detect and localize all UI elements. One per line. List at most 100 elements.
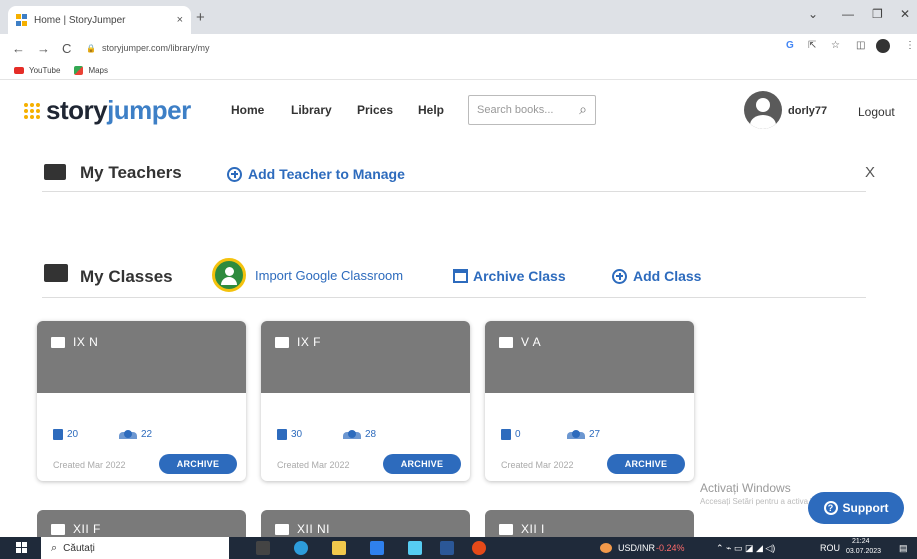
storyjumper-logo[interactable]: story jumper	[24, 95, 191, 126]
class-card[interactable]: IX N 20 22 Created Mar 2022 ARCHIVE	[37, 321, 246, 481]
student-count: 27	[567, 429, 600, 440]
book-count-value: 30	[291, 429, 303, 440]
tab-search-icon[interactable]: ⌄	[808, 7, 818, 21]
close-teachers-button[interactable]: X	[865, 164, 875, 181]
store-icon[interactable]	[370, 541, 384, 555]
search-icon[interactable]: ⌕	[579, 101, 587, 118]
classroom-icon	[44, 264, 68, 282]
browser-tab[interactable]: Home | StoryJumper ×	[8, 6, 191, 34]
google-classroom-icon[interactable]	[212, 258, 246, 292]
window-close-icon[interactable]: ✕	[900, 7, 910, 21]
archive-class-link[interactable]: Archive Class	[453, 268, 566, 284]
nav-prices[interactable]: Prices	[357, 103, 393, 117]
book-count: 30	[277, 429, 302, 440]
reload-icon[interactable]: C	[62, 41, 71, 56]
site-header: story jumper Home Library Prices Help Sea…	[0, 81, 917, 141]
class-card[interactable]: IX F 30 28 Created Mar 2022 ARCHIVE	[261, 321, 470, 481]
add-teacher-link[interactable]: Add Teacher to Manage	[227, 166, 405, 182]
nav-home[interactable]: Home	[231, 103, 264, 117]
classroom-icon	[499, 524, 513, 535]
search-input[interactable]: Search books... ⌕	[468, 95, 596, 125]
language-indicator[interactable]: ROU	[820, 543, 840, 553]
logo-jumper: jumper	[107, 95, 191, 125]
browser-tab-bar: Home | StoryJumper × + ⌄ — ❐ ✕	[0, 0, 917, 34]
bookmark-maps[interactable]: Maps	[74, 66, 108, 75]
book-count-value: 20	[67, 429, 79, 440]
archive-button[interactable]: ARCHIVE	[383, 454, 461, 474]
book-icon	[53, 429, 63, 440]
url-field[interactable]: 🔒 storyjumper.com/library/my	[86, 38, 210, 58]
word-icon[interactable]	[440, 541, 454, 555]
my-teachers-title: My Teachers	[80, 163, 182, 182]
minimize-icon[interactable]: —	[842, 7, 854, 21]
lock-icon: 🔒	[86, 43, 96, 53]
book-icon	[501, 429, 511, 440]
class-card-header: IX F	[261, 321, 470, 393]
nav-library[interactable]: Library	[291, 103, 332, 117]
clock-time[interactable]: 21:24	[852, 538, 870, 545]
task-view-icon[interactable]	[256, 541, 270, 555]
bookmark-star-icon[interactable]: ☆	[831, 40, 840, 51]
clock-date[interactable]: 03.07.2023	[846, 548, 881, 555]
chrome-icon[interactable]	[472, 541, 486, 555]
archive-class-label: Archive Class	[473, 268, 566, 284]
mail-icon[interactable]	[408, 541, 422, 555]
search-placeholder: Search books...	[477, 104, 554, 116]
maps-icon	[74, 66, 84, 75]
class-card-header: IX N	[37, 321, 246, 393]
classroom-icon	[51, 337, 65, 348]
username[interactable]: dorly77	[788, 105, 827, 117]
archive-button[interactable]: ARCHIVE	[159, 454, 237, 474]
book-icon	[277, 429, 287, 440]
book-count-value: 0	[515, 429, 521, 440]
archive-box-icon	[453, 269, 468, 283]
class-card-header: V A	[485, 321, 694, 393]
classroom-icon	[275, 337, 289, 348]
support-button[interactable]: ? Support	[808, 492, 904, 524]
taskbar-search-input[interactable]: ⌕ Căutați	[41, 537, 229, 559]
book-count: 0	[501, 429, 521, 440]
import-google-classroom-link[interactable]: Import Google Classroom	[255, 268, 403, 283]
windows-start-icon[interactable]	[16, 542, 27, 553]
logout-link[interactable]: Logout	[858, 105, 895, 119]
avatar[interactable]	[744, 91, 782, 129]
file-explorer-icon[interactable]	[332, 541, 346, 555]
nav-help[interactable]: Help	[418, 103, 444, 117]
edge-icon[interactable]	[294, 541, 308, 555]
browser-menu-icon[interactable]: ⋮	[905, 40, 915, 51]
notifications-icon[interactable]: ▤	[899, 543, 908, 554]
bookmark-youtube[interactable]: YouTube	[14, 66, 60, 75]
storyjumper-favicon-icon	[16, 14, 28, 26]
student-count: 28	[343, 429, 376, 440]
add-circle-icon	[612, 268, 627, 284]
book-count: 20	[53, 429, 78, 440]
classroom-icon	[275, 524, 289, 535]
new-tab-icon[interactable]: +	[196, 9, 205, 26]
taskbar-search-label: Căutați	[63, 542, 95, 554]
class-card[interactable]: V A 0 27 Created Mar 2022 ARCHIVE	[485, 321, 694, 481]
classroom-icon	[51, 524, 65, 535]
divider	[42, 191, 866, 192]
ticker-name: USD/INR	[618, 543, 656, 553]
archive-button[interactable]: ARCHIVE	[607, 454, 685, 474]
support-label: Support	[842, 501, 889, 515]
class-name: XII I	[521, 522, 545, 536]
add-class-link[interactable]: Add Class	[612, 268, 701, 284]
google-icon[interactable]: G	[786, 40, 794, 51]
address-bar-row: ← → C 🔒 storyjumper.com/library/my	[0, 34, 917, 62]
side-panel-icon[interactable]: ◫	[856, 40, 865, 51]
created-date: Created Mar 2022	[277, 460, 350, 470]
activate-windows-text: Activați Windows	[700, 481, 791, 495]
profile-avatar-icon[interactable]	[876, 39, 890, 53]
forward-arrow-icon[interactable]: →	[37, 41, 50, 56]
add-teacher-label: Add Teacher to Manage	[248, 166, 405, 182]
share-icon[interactable]: ⇱	[808, 40, 816, 51]
tray-icons[interactable]: ⌃ ⌁ ▭ ◪ ◢ ◁)	[716, 543, 775, 554]
tab-close-icon[interactable]: ×	[177, 14, 183, 26]
classroom-icon	[499, 337, 513, 348]
add-circle-icon	[227, 166, 242, 182]
logo-story: story	[46, 95, 108, 125]
back-arrow-icon[interactable]: ←	[12, 41, 25, 56]
restore-icon[interactable]: ❐	[872, 7, 883, 21]
help-circle-icon: ?	[823, 501, 838, 515]
